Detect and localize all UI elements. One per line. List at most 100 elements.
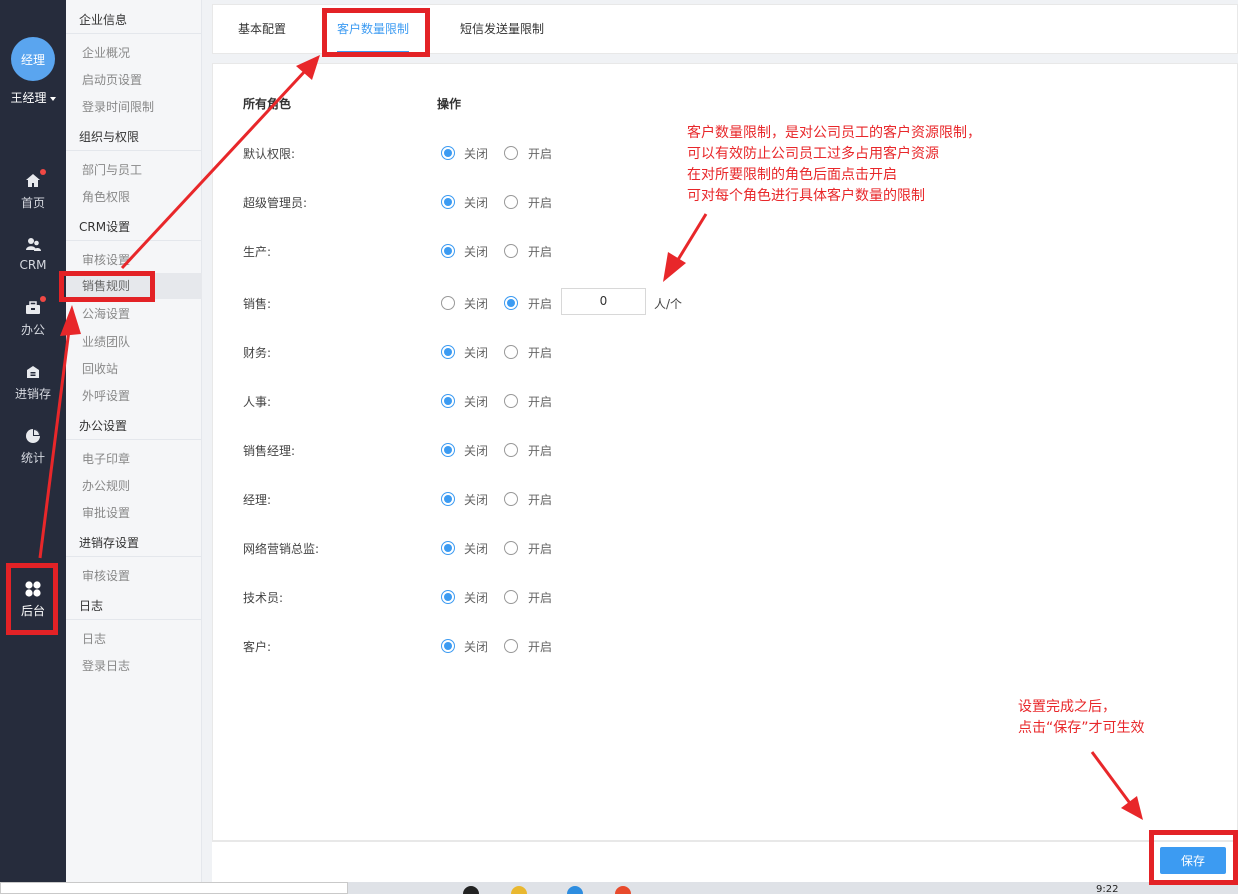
- annotation-line: 点击“保存”才可生效: [1018, 720, 1145, 736]
- app-icon[interactable]: [615, 886, 631, 894]
- radio-off[interactable]: [441, 244, 455, 258]
- radio-off[interactable]: [441, 590, 455, 604]
- annotation-line: 可以有效防止公司员工过多占用客户资源: [687, 146, 939, 162]
- radio-on[interactable]: [504, 443, 518, 457]
- menu-item[interactable]: 部门与员工: [82, 161, 142, 178]
- role-label: 生产:: [243, 245, 272, 259]
- tab-sms-limit[interactable]: 短信发送量限制: [460, 5, 544, 53]
- main-nav: 经理 王经理 首页 CRM 办公 进销存 统计 后台: [0, 0, 66, 894]
- radio-off[interactable]: [441, 541, 455, 555]
- radio-off-label[interactable]: 关闭: [464, 344, 488, 361]
- radio-off-label[interactable]: 关闭: [464, 194, 488, 211]
- role-label: 网络营销总监:: [243, 542, 320, 556]
- radio-on-label[interactable]: 开启: [528, 540, 552, 557]
- role-label: 技术员:: [243, 591, 284, 605]
- menu-item[interactable]: 业绩团队: [82, 333, 130, 350]
- menu-item[interactable]: 回收站: [82, 360, 118, 377]
- menu-item[interactable]: 企业概况: [82, 44, 130, 61]
- menu-item[interactable]: 审批设置: [82, 504, 130, 521]
- radio-off[interactable]: [441, 195, 455, 209]
- avatar[interactable]: 经理: [11, 37, 55, 81]
- quantity-unit: 人/个: [654, 297, 683, 311]
- radio-off-label[interactable]: 关闭: [464, 638, 488, 655]
- radio-on[interactable]: [504, 244, 518, 258]
- radio-off-label[interactable]: 关闭: [464, 491, 488, 508]
- menu-item[interactable]: 公海设置: [82, 305, 130, 322]
- notification-dot: [40, 296, 46, 302]
- radio-on[interactable]: [504, 345, 518, 359]
- radio-on[interactable]: [504, 296, 518, 310]
- radio-on[interactable]: [504, 590, 518, 604]
- radio-off-label[interactable]: 关闭: [464, 393, 488, 410]
- annotation-note-limit: 客户数量限制，是对公司员工的客户资源限制， 可以有效防止公司员工过多占用客户资源…: [687, 123, 981, 207]
- role-label: 财务:: [243, 346, 272, 360]
- nav-item-crm[interactable]: CRM: [0, 236, 66, 272]
- nav-item-home[interactable]: 首页: [0, 169, 66, 211]
- menu-item[interactable]: 外呼设置: [82, 387, 130, 404]
- radio-on-label[interactable]: 开启: [528, 243, 552, 260]
- radio-on-label[interactable]: 开启: [528, 442, 552, 459]
- radio-off-label[interactable]: 关闭: [464, 295, 488, 312]
- menu-item[interactable]: 登录日志: [82, 657, 130, 674]
- users-icon: [24, 236, 42, 254]
- radio-off-label[interactable]: 关闭: [464, 540, 488, 557]
- nav-label: 办公: [20, 323, 45, 337]
- radio-off[interactable]: [441, 146, 455, 160]
- home-icon: [24, 169, 46, 190]
- menu-item[interactable]: 登录时间限制: [82, 98, 154, 115]
- menu-group-office: 办公设置: [66, 412, 202, 440]
- menu-item[interactable]: 角色权限: [82, 188, 130, 205]
- annotation-line: 可对每个角色进行具体客户数量的限制: [687, 188, 925, 204]
- menu-group-company: 企业信息: [66, 6, 202, 34]
- annotation-line: 在对所要限制的角色后面点击开启: [687, 167, 897, 183]
- nav-item-stats[interactable]: 统计: [0, 427, 66, 466]
- taskbar: 9:22: [0, 882, 1238, 894]
- radio-off[interactable]: [441, 394, 455, 408]
- radio-on-label[interactable]: 开启: [528, 491, 552, 508]
- highlight-box-save: [1149, 830, 1238, 885]
- radio-off[interactable]: [441, 492, 455, 506]
- quantity-input[interactable]: 0: [561, 288, 646, 315]
- role-label: 人事:: [243, 395, 272, 409]
- tab-basic-config[interactable]: 基本配置: [238, 5, 286, 53]
- radio-on-label[interactable]: 开启: [528, 194, 552, 211]
- menu-item[interactable]: 电子印章: [82, 450, 130, 467]
- radio-off-label[interactable]: 关闭: [464, 442, 488, 459]
- role-label: 默认权限:: [243, 147, 296, 161]
- app-icon[interactable]: [463, 886, 479, 894]
- radio-on[interactable]: [504, 394, 518, 408]
- radio-off[interactable]: [441, 296, 455, 310]
- radio-off-label[interactable]: 关闭: [464, 145, 488, 162]
- app-icon[interactable]: [567, 886, 583, 894]
- user-menu[interactable]: 王经理: [0, 89, 66, 106]
- annotation-line: 客户数量限制，是对公司员工的客户资源限制，: [687, 125, 981, 141]
- radio-on-label[interactable]: 开启: [528, 638, 552, 655]
- taskbar-search-input[interactable]: [0, 882, 348, 894]
- radio-on[interactable]: [504, 639, 518, 653]
- radio-on-label[interactable]: 开启: [528, 393, 552, 410]
- radio-off-label[interactable]: 关闭: [464, 589, 488, 606]
- radio-off[interactable]: [441, 443, 455, 457]
- radio-off-label[interactable]: 关闭: [464, 243, 488, 260]
- radio-off[interactable]: [441, 639, 455, 653]
- menu-item[interactable]: 办公规则: [82, 477, 130, 494]
- radio-on-label[interactable]: 开启: [528, 589, 552, 606]
- column-header-role: 所有角色: [243, 97, 292, 111]
- radio-on[interactable]: [504, 146, 518, 160]
- radio-on[interactable]: [504, 195, 518, 209]
- menu-item[interactable]: 审核设置: [82, 567, 130, 584]
- radio-on-label[interactable]: 开启: [528, 145, 552, 162]
- column-header-action: 操作: [437, 97, 462, 111]
- menu-group-org: 组织与权限: [66, 123, 202, 151]
- menu-item[interactable]: 审核设置: [82, 251, 130, 268]
- menu-item[interactable]: 启动页设置: [82, 71, 142, 88]
- radio-on-label[interactable]: 开启: [528, 344, 552, 361]
- menu-item[interactable]: 日志: [82, 630, 106, 647]
- app-icon[interactable]: [511, 886, 527, 894]
- nav-item-inventory[interactable]: 进销存: [0, 363, 66, 402]
- radio-on-label[interactable]: 开启: [528, 295, 552, 312]
- nav-item-office[interactable]: 办公: [0, 296, 66, 338]
- radio-off[interactable]: [441, 345, 455, 359]
- radio-on[interactable]: [504, 492, 518, 506]
- radio-on[interactable]: [504, 541, 518, 555]
